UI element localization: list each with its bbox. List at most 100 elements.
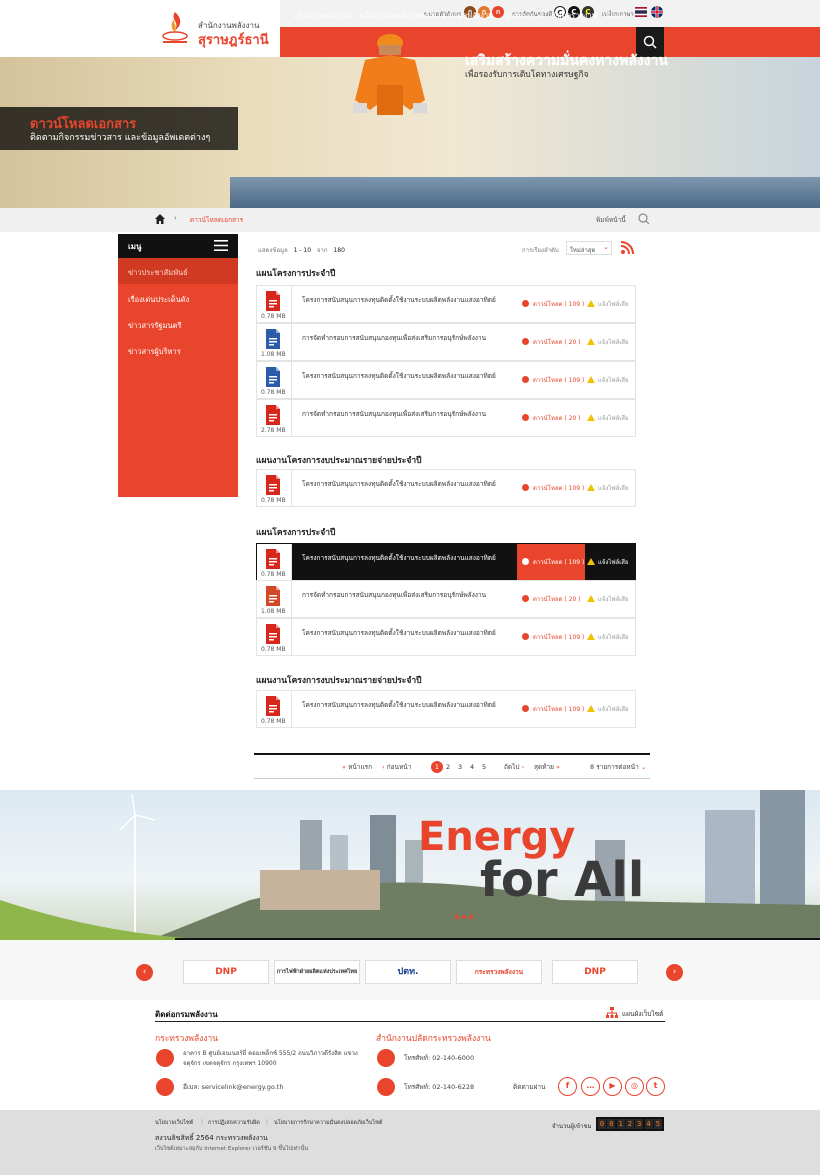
report-broken-file-button[interactable]: แจ้งไฟล์เสีย: [587, 632, 628, 642]
footer-link-sep-1: |: [201, 1119, 203, 1125]
document-title[interactable]: การจัดทำกรอบการสนับสนุนกองทุนเพื่อส่งเสร…: [302, 409, 522, 419]
nav-contact[interactable]: ติดต่อ: [606, 10, 625, 22]
document-title[interactable]: โครงการสนับสนุนการลงทุนติดตั้งใช้งานระบบ…: [302, 295, 522, 305]
partner-logo-dnp-1[interactable]: DNP: [183, 960, 269, 984]
partner-logo-ministry[interactable]: กระทรวงพลังงาน: [456, 960, 542, 984]
report-broken-file-button[interactable]: แจ้งไฟล์เสีย: [587, 557, 628, 567]
download-button[interactable]: ดาวน์โหลด ( 109 ): [522, 704, 584, 714]
report-broken-file-button[interactable]: แจ้งไฟล์เสีย: [587, 337, 628, 347]
document-row[interactable]: 0.78 MB โครงการสนับสนุนการลงทุนติดตั้งใช้…: [256, 361, 636, 399]
sidebar-item-minister-news[interactable]: ข่าวสารรัฐมนตรี: [128, 320, 182, 332]
nav-energy-data[interactable]: ข้อมูลพลังงาน: [448, 10, 493, 22]
carousel-dot-2[interactable]: [462, 915, 466, 919]
carousel-dot-3[interactable]: [469, 915, 473, 919]
download-icon: [522, 595, 529, 602]
download-button[interactable]: ดาวน์โหลด ( 109 ): [522, 632, 584, 642]
sidebar-item-highlights[interactable]: เรื่องเด่นประเด็นดัง: [128, 294, 189, 306]
document-row[interactable]: 1.08 MB การจัดทำกรอบการสนับสนุนกองทุนเพื่…: [256, 323, 636, 361]
document-title[interactable]: โครงการสนับสนุนการลงทุนติดตั้งใช้งานระบบ…: [302, 371, 522, 381]
visitor-counter-digit: 1: [616, 1119, 625, 1129]
nav-announcements[interactable]: ข่าวประกาศ: [504, 10, 544, 22]
partners-prev-button[interactable]: ‹: [136, 964, 153, 981]
contact-email[interactable]: อีเมล: servicelink@energy.go.th: [183, 1082, 283, 1092]
download-button[interactable]: ดาวน์โหลด ( 109 ): [522, 557, 584, 567]
report-broken-file-button[interactable]: แจ้งไฟล์เสีย: [587, 299, 628, 309]
report-broken-file-button[interactable]: แจ้งไฟล์เสีย: [587, 704, 628, 714]
chevron-down-icon: ⌄: [603, 243, 609, 251]
per-page-select[interactable]: 8 รายการต่อหน้า ⌄: [590, 762, 646, 772]
section-title: แผนโครงการประจำปี: [256, 269, 336, 279]
carousel-dot-1[interactable]: [455, 915, 459, 919]
page-2[interactable]: 2: [446, 763, 450, 771]
document-row[interactable]: 0.78 MB โครงการสนับสนุนการลงทุนติดตั้งใช้…: [256, 543, 636, 581]
rss-icon[interactable]: [621, 241, 634, 254]
sitemap-icon[interactable]: [606, 1007, 618, 1018]
download-button[interactable]: ดาวน์โหลด ( 20 ): [522, 413, 581, 423]
document-row[interactable]: 0.78 MB โครงการสนับสนุนการลงทุนติดตั้งใช้…: [256, 469, 636, 507]
report-broken-file-button[interactable]: แจ้งไฟล์เสีย: [587, 413, 628, 423]
print-link[interactable]: พิมพ์หน้านี้: [596, 215, 626, 225]
download-button[interactable]: ดาวน์โหลด ( 20 ): [522, 594, 581, 604]
footer-link-security[interactable]: นโยบายการรักษาความมั่นคงปลอดภัยเว็บไซต์: [274, 1119, 382, 1127]
document-title[interactable]: โครงการสนับสนุนการลงทุนติดตั้งใช้งานระบบ…: [302, 628, 522, 638]
download-button[interactable]: ดาวน์โหลด ( 109 ): [522, 483, 584, 493]
font-size-large-button[interactable]: ก: [492, 6, 504, 18]
download-button[interactable]: ดาวน์โหลด ( 109 ): [522, 375, 584, 385]
sitemap-link[interactable]: แผนผังเว็บไซต์: [622, 1009, 663, 1019]
download-icon: [522, 633, 529, 640]
document-title[interactable]: โครงการสนับสนุนการลงทุนติดตั้งใช้งานระบบ…: [302, 553, 522, 563]
city-illustration: [0, 790, 820, 940]
document-title[interactable]: การจัดทำกรอบการสนับสนุนกองทุนเพื่อส่งเสร…: [302, 333, 522, 343]
ministry-logo[interactable]: [160, 10, 190, 46]
youtube-icon[interactable]: ▶: [603, 1077, 622, 1096]
menu-icon[interactable]: [214, 240, 228, 251]
report-broken-file-button[interactable]: แจ้งไฟล์เสีย: [587, 483, 628, 493]
document-row[interactable]: 1.08 MB การจัดทำกรอบการสนับสนุนกองทุนเพื่…: [256, 580, 636, 618]
pagination-prev[interactable]: ‹ ก่อนหน้า: [382, 762, 411, 772]
contact-phone-1: โทรศัพท์: 02-140-6000: [404, 1054, 475, 1062]
document-title[interactable]: โครงการสนับสนุนการลงทุนติดตั้งใช้งานระบบ…: [302, 479, 522, 489]
file-size: 0.78 MB: [261, 646, 286, 653]
uk-flag-icon[interactable]: [651, 6, 663, 18]
pagination-last[interactable]: สุดท้าย »: [534, 762, 560, 772]
page-1[interactable]: 1: [431, 761, 443, 773]
print-search-icon[interactable]: [638, 213, 650, 225]
visitor-counter-digit: 5: [653, 1119, 662, 1129]
thai-flag-icon[interactable]: [635, 7, 647, 17]
pagination-first[interactable]: « หน้าแรก: [342, 762, 372, 772]
download-button[interactable]: ดาวน์โหลด ( 20 ): [522, 337, 581, 347]
footer-link-disclaimer[interactable]: การปฏิเสธความรับผิด: [208, 1119, 260, 1127]
row-divider: [291, 400, 292, 437]
document-row[interactable]: 0.78 MB โครงการสนับสนุนการลงทุนติดตั้งใช้…: [256, 285, 636, 323]
download-button[interactable]: ดาวน์โหลด ( 109 ): [522, 299, 584, 309]
document-row[interactable]: 0.78 MB โครงการสนับสนุนการลงทุนติดตั้งใช้…: [256, 690, 636, 728]
download-icon: [522, 300, 529, 307]
partner-logo-egat[interactable]: การไฟฟ้าฝ่ายผลิตแห่งประเทศไทย: [274, 960, 360, 984]
line-icon[interactable]: …: [581, 1077, 600, 1096]
document-row[interactable]: 2.78 MB การจัดทำกรอบการสนับสนุนกองทุนเพื่…: [256, 399, 636, 437]
home-icon[interactable]: [155, 214, 165, 224]
sort-select[interactable]: ใหม่ล่าสุด ⌄: [566, 241, 612, 255]
page-4[interactable]: 4: [470, 763, 474, 771]
page-3[interactable]: 3: [458, 763, 462, 771]
sidebar-item-pr-news[interactable]: ข่าวประชาสัมพันธ์: [128, 267, 188, 279]
partner-logo-ptt[interactable]: ปตท.: [365, 960, 451, 984]
page-5[interactable]: 5: [482, 763, 486, 771]
instagram-icon[interactable]: ◎: [625, 1077, 644, 1096]
pagination-next[interactable]: ถัดไป ›: [504, 762, 524, 772]
row-divider: [291, 286, 292, 323]
nav-reports[interactable]: ข้อมูลรายงาน: [552, 10, 597, 22]
pdf-file-icon: [263, 548, 283, 570]
report-broken-file-button[interactable]: แจ้งไฟล์เสีย: [587, 375, 628, 385]
document-row[interactable]: 0.78 MB โครงการสนับสนุนการลงทุนติดตั้งใช้…: [256, 618, 636, 656]
result-count: แสดงข้อมูล 1 - 10 จาก 180: [258, 245, 345, 255]
document-title[interactable]: โครงการสนับสนุนการลงทุนติดตั้งใช้งานระบบ…: [302, 700, 522, 710]
sidebar-item-executive-news[interactable]: ข่าวสารผู้บริหาร: [128, 346, 181, 358]
twitter-icon[interactable]: t: [646, 1077, 665, 1096]
partners-next-button[interactable]: ›: [666, 964, 683, 981]
partner-logo-dnp-2[interactable]: DNP: [552, 960, 638, 984]
report-broken-file-button[interactable]: แจ้งไฟล์เสีย: [587, 594, 628, 604]
footer-link-policy[interactable]: นโยบายเว็บไซต์: [155, 1119, 193, 1127]
facebook-icon[interactable]: f: [558, 1077, 577, 1096]
document-title[interactable]: การจัดทำกรอบการสนับสนุนกองทุนเพื่อส่งเสร…: [302, 590, 522, 600]
